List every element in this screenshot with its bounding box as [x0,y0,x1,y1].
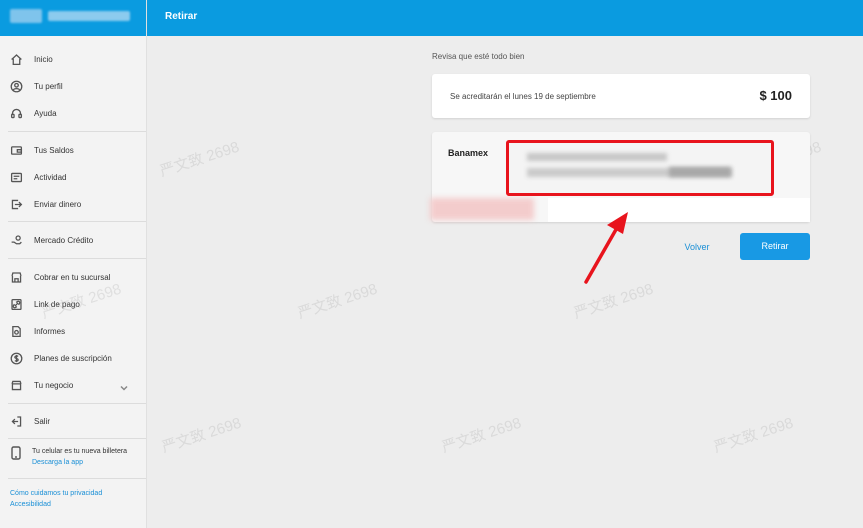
sidebar-item-label: Cobrar en tu sucursal [34,272,111,282]
divider [8,258,146,259]
sidebar-item-tu-negocio[interactable]: Tu negocio [8,375,73,395]
amount-card: Se acreditarán el lunes 19 de septiembre… [432,74,810,118]
app-promo-text: Tu celular es tu nueva billetera [32,448,128,455]
watermark: 严文致 2698 [439,414,524,457]
sidebar-item-mercado-credito[interactable]: Mercado Crédito [8,230,93,250]
sidebar-item-inicio[interactable]: Inicio [8,49,53,69]
review-label: Revisa que esté todo bien [432,52,525,61]
sidebar-item-label: Inicio [34,54,53,64]
sidebar-item-actividad[interactable]: Actividad [8,167,66,187]
logout-icon [8,413,24,429]
divider [8,221,146,222]
link-icon [8,296,24,312]
watermark: 严文致 2698 [711,414,796,457]
sidebar-item-label: Enviar dinero [34,199,82,209]
divider [8,403,146,404]
red-arrow-annotation [584,212,628,284]
sidebar-item-label: Planes de suscripción [34,353,112,363]
sidebar-item-ayuda[interactable]: Ayuda [8,103,57,123]
sidebar-item-label: Salir [34,416,51,426]
accessibility-link[interactable]: Accesibilidad [10,499,102,510]
activity-icon [8,169,24,185]
highlighted-account-details [506,140,774,196]
page-title: Retirar [165,11,198,22]
blurred-logo [10,9,42,23]
watermark: 严文致 2698 [157,138,242,181]
sidebar-item-label: Tu negocio [34,380,74,390]
top-bar: Retirar [147,0,863,36]
withdraw-button[interactable]: Retirar [740,233,810,260]
divider [8,131,146,132]
sidebar-item-saldos[interactable]: Tus Saldos [8,140,74,160]
report-icon [8,323,24,339]
app-promo: Tu celular es tu nueva billetera Descarg… [8,446,127,468]
blurred-account-name [48,11,130,21]
watermark: 严文致 2698 [159,414,244,457]
divider [8,478,146,479]
sidebar-item-label: Ayuda [34,108,57,118]
credit-date-text: Se acreditarán el lunes 19 de septiembre [450,92,596,101]
wallet-icon [8,142,24,158]
sidebar-item-label: Mercado Crédito [34,235,94,245]
sidebar-item-label: Tu perfil [34,81,63,91]
sidebar: Inicio Tu perfil Ayuda Tus Saldos Activi… [0,0,147,528]
back-button[interactable]: Volver [670,238,724,256]
send-money-icon [8,196,24,212]
credit-icon [8,232,24,248]
subscription-icon [8,350,24,366]
sidebar-header [0,0,146,36]
blurred-region [430,198,534,220]
sidebar-item-informes[interactable]: Informes [8,321,65,341]
sidebar-item-enviar-dinero[interactable]: Enviar dinero [8,194,81,214]
store-icon [8,269,24,285]
sidebar-item-label: Tus Saldos [34,145,74,155]
sidebar-item-label: Link de pago [34,299,80,309]
sidebar-item-perfil[interactable]: Tu perfil [8,76,63,96]
sidebar-item-cobrar-sucursal[interactable]: Cobrar en tu sucursal [8,267,110,287]
sidebar-item-link-pago[interactable]: Link de pago [8,294,80,314]
profile-icon [8,78,24,94]
blurred-account-number-end [669,167,731,177]
sidebar-item-planes-suscripcion[interactable]: Planes de suscripción [8,348,112,368]
sidebar-item-label: Informes [34,326,66,336]
sidebar-item-label: Actividad [34,172,67,182]
watermark: 严文致 2698 [295,280,380,323]
bank-name: Banamex [448,148,489,158]
phone-icon [8,446,24,468]
sidebar-item-salir[interactable]: Salir [8,411,50,431]
withdraw-amount: $ 100 [759,88,792,103]
chevron-down-icon[interactable] [119,380,129,391]
blurred-account-holder [527,153,667,161]
divider [8,438,146,439]
footer-links: Cómo cuidamos tu privacidad Accesibilida… [10,488,102,510]
download-app-link[interactable]: Descarga la app [32,457,127,468]
home-icon [8,51,24,67]
business-icon [8,377,24,393]
privacy-link[interactable]: Cómo cuidamos tu privacidad [10,488,102,499]
headset-icon [8,105,24,121]
